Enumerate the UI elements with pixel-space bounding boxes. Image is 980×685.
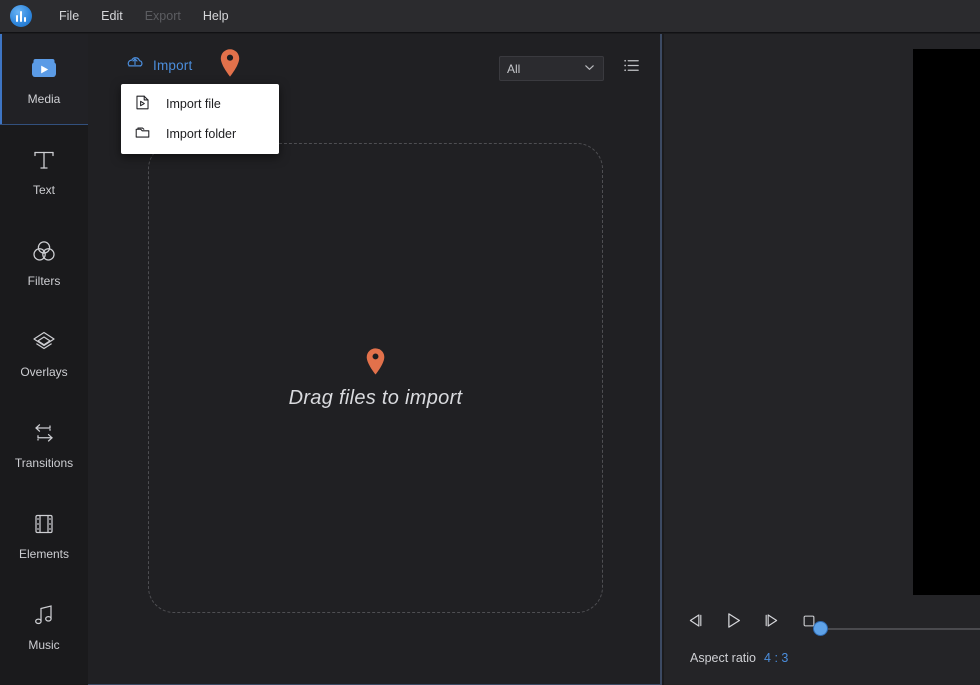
menu-export: Export (134, 6, 192, 26)
sidebar-item-label: Filters (28, 275, 61, 287)
import-upload-icon (126, 54, 144, 77)
transitions-arrows-icon (29, 418, 59, 448)
play-icon (723, 610, 744, 636)
elements-filmstrip-icon (29, 509, 59, 539)
text-t-icon (29, 145, 59, 175)
play-button[interactable] (722, 612, 744, 634)
step-backward-icon (686, 611, 705, 635)
menu-item-import-file[interactable]: Import file (121, 89, 279, 119)
app-logo-icon (10, 5, 32, 27)
drag-drop-text: Drag files to import (289, 387, 463, 410)
menu-item-label: Import folder (166, 127, 236, 141)
aspect-ratio-status: Aspect ratio 4 : 3 (690, 651, 788, 665)
sidebar-item-label: Text (33, 184, 55, 196)
sidebar-item-media[interactable]: Media (0, 34, 88, 125)
transport-controls (684, 612, 820, 634)
sidebar-item-label: Transitions (15, 457, 73, 469)
filters-circles-icon (29, 236, 59, 266)
aspect-ratio-value[interactable]: 4 : 3 (764, 651, 788, 665)
video-media-icon (29, 54, 59, 84)
aspect-ratio-label: Aspect ratio (690, 651, 756, 665)
menu-edit[interactable]: Edit (90, 6, 134, 26)
chevron-down-icon (583, 61, 596, 77)
app-window: File Edit Export Help Media (0, 0, 980, 685)
sidebar-item-text[interactable]: Text (0, 125, 88, 216)
import-dropdown-menu: Import file Import folder (121, 84, 279, 154)
folder-icon (134, 124, 151, 144)
overlays-diamond-icon (29, 327, 59, 357)
slider-track (825, 628, 980, 630)
previous-frame-button[interactable] (684, 612, 706, 634)
video-preview-canvas[interactable] (913, 49, 980, 595)
import-button-label: Import (153, 58, 192, 73)
menu-item-import-folder[interactable]: Import folder (121, 119, 279, 149)
preview-progress-slider[interactable] (814, 622, 980, 636)
sidebar-item-label: Media (28, 93, 61, 105)
sidebar-item-overlays[interactable]: Overlays (0, 307, 88, 398)
sidebar-item-label: Overlays (20, 366, 67, 378)
file-video-icon (134, 94, 151, 114)
sidebar: Media Text Fil (0, 34, 88, 685)
sidebar-item-label: Elements (19, 548, 69, 560)
import-button[interactable]: Import (126, 54, 192, 77)
sidebar-item-elements[interactable]: Elements (0, 489, 88, 580)
media-filter-select[interactable]: All (499, 56, 604, 81)
menu-file[interactable]: File (48, 6, 90, 26)
map-pin-marker-icon (365, 347, 386, 381)
sidebar-item-transitions[interactable]: Transitions (0, 398, 88, 489)
map-pin-marker-icon (219, 48, 241, 83)
sidebar-item-label: Music (28, 639, 59, 651)
media-filter-value: All (507, 62, 520, 76)
sidebar-item-music[interactable]: Music (0, 580, 88, 671)
list-view-toggle[interactable] (619, 56, 643, 80)
menu-help[interactable]: Help (192, 6, 240, 26)
menu-item-label: Import file (166, 97, 221, 111)
preview-panel: Aspect ratio 4 : 3 (664, 34, 980, 685)
next-frame-button[interactable] (760, 612, 782, 634)
step-forward-icon (762, 611, 781, 635)
sidebar-item-filters[interactable]: Filters (0, 216, 88, 307)
title-bar: File Edit Export Help (0, 0, 980, 33)
drag-drop-zone[interactable]: Drag files to import (148, 143, 603, 613)
list-view-icon (622, 56, 641, 80)
music-note-icon (29, 600, 59, 630)
slider-knob[interactable] (814, 622, 827, 635)
